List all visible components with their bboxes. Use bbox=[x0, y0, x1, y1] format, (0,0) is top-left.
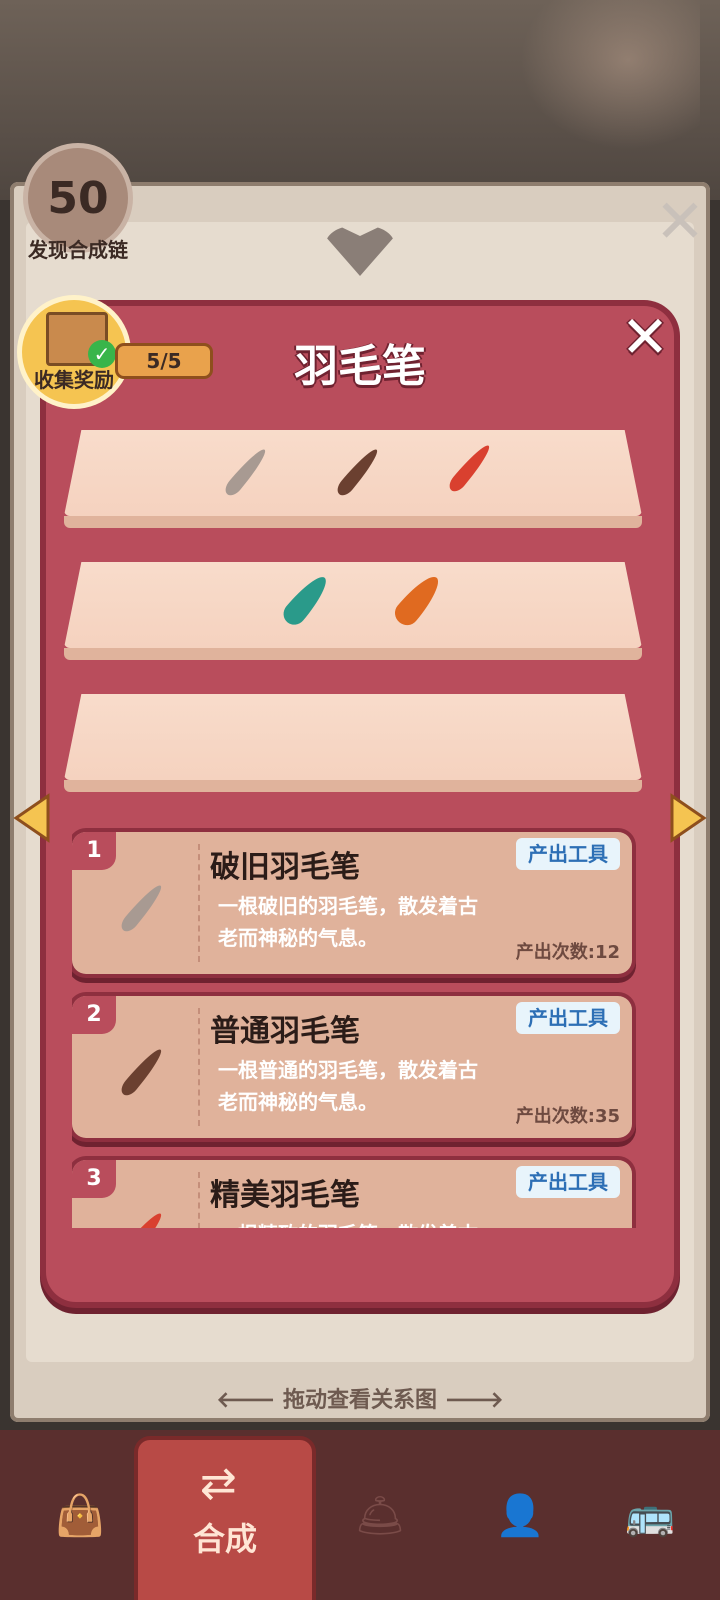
discovery-count-circle: 50 bbox=[28, 148, 128, 248]
prev-page-arrow[interactable] bbox=[12, 792, 52, 844]
card-desc-line: 一根精致的羽毛笔，散发着古 bbox=[218, 1218, 508, 1228]
card-tag-button[interactable]: 产出工具 bbox=[516, 1166, 620, 1198]
feather-shape bbox=[117, 1045, 167, 1099]
brown-quill-icon bbox=[102, 1032, 182, 1112]
item-card[interactable]: 3 精美羽毛笔 一根精致的羽毛笔，散发着古 产出工具 bbox=[72, 1160, 632, 1228]
red-quill-icon bbox=[102, 1196, 182, 1228]
card-desc-line: 一根破旧的羽毛笔，散发着古 bbox=[218, 894, 478, 918]
tab-bag[interactable]: 👜 bbox=[10, 1430, 150, 1600]
card-desc-line: 老而神秘的气息。 bbox=[218, 1090, 378, 1114]
card-tag-button[interactable]: 产出工具 bbox=[516, 1002, 620, 1034]
background-figure bbox=[520, 0, 700, 150]
feather-shape bbox=[390, 570, 446, 630]
card-divider bbox=[198, 1008, 200, 1126]
shelf-edge bbox=[64, 648, 642, 660]
card-tag-button[interactable]: 产出工具 bbox=[516, 838, 620, 870]
card-desc-line: 一根普通的羽毛笔，散发着古 bbox=[218, 1058, 478, 1082]
shelf-row-1 bbox=[64, 430, 642, 530]
worn-quill-icon[interactable] bbox=[214, 440, 278, 504]
card-name: 精美羽毛笔 bbox=[210, 1178, 360, 1213]
card-divider bbox=[198, 1172, 200, 1228]
feather-shape bbox=[445, 441, 495, 495]
bottom-tab-bar: 👜 🛎 👤 🚌 bbox=[0, 1430, 720, 1600]
drag-hint: 🡐 拖动查看关系图 🡒 bbox=[0, 1382, 720, 1414]
brown-quill-icon[interactable] bbox=[326, 440, 390, 504]
shelf-edge bbox=[64, 780, 642, 792]
tab-service[interactable]: 🛎 bbox=[310, 1430, 450, 1600]
tab-merge[interactable]: ⇄ 合成 bbox=[138, 1440, 312, 1600]
peacock-quill-icon[interactable] bbox=[274, 568, 338, 632]
phoenix-quill-icon[interactable] bbox=[386, 568, 450, 632]
item-card[interactable]: 1 破旧羽毛笔 一根破旧的羽毛笔，散发着古 老而神秘的气息。 产出工具 产出次数… bbox=[72, 832, 632, 974]
card-index: 1 bbox=[72, 832, 116, 870]
close-dialog-button[interactable]: ✕ bbox=[614, 306, 676, 368]
card-desc-line: 老而神秘的气息。 bbox=[218, 926, 378, 950]
feather-shape bbox=[221, 445, 271, 499]
shelf-row-2 bbox=[64, 562, 642, 662]
discovery-label: 发现合成链 bbox=[28, 238, 128, 262]
card-index: 2 bbox=[72, 996, 116, 1034]
tab-staff[interactable]: 👤 bbox=[450, 1430, 590, 1600]
person-icon: 👤 bbox=[495, 1492, 545, 1539]
card-output-count: 产出次数:35 bbox=[515, 1106, 620, 1127]
tab-merge-label: 合成 bbox=[192, 1520, 257, 1558]
card-divider bbox=[198, 844, 200, 962]
feather-shape bbox=[117, 1209, 167, 1228]
item-card-list[interactable]: 1 破旧羽毛笔 一根破旧的羽毛笔，散发着古 老而神秘的气息。 产出工具 产出次数… bbox=[72, 826, 638, 1228]
bus-icon: 🚌 bbox=[625, 1492, 675, 1539]
item-card[interactable]: 2 普通羽毛笔 一根普通的羽毛笔，散发着古 老而神秘的气息。 产出工具 产出次数… bbox=[72, 996, 632, 1138]
discovery-count: 50 bbox=[47, 172, 109, 224]
arrow-right-icon bbox=[670, 793, 707, 843]
drag-hint-text: 拖动查看关系图 bbox=[282, 1388, 437, 1413]
feather-shape bbox=[117, 881, 167, 935]
merge-icon: ⇄ bbox=[200, 1458, 237, 1509]
collection-reward-badge[interactable]: ✓ 收集奖励 bbox=[22, 300, 132, 410]
collection-progress: 5/5 bbox=[118, 346, 210, 376]
feather-shape bbox=[333, 445, 383, 499]
card-description: 一根破旧的羽毛笔，散发着古 老而神秘的气息。 bbox=[218, 890, 508, 954]
bag-icon: 👜 bbox=[55, 1492, 105, 1539]
arrow-right-icon: 🡒 bbox=[437, 1388, 504, 1413]
shelf-edge bbox=[64, 516, 642, 528]
tab-bus[interactable]: 🚌 bbox=[580, 1430, 720, 1600]
next-page-arrow[interactable] bbox=[668, 792, 708, 844]
feather-shape bbox=[278, 570, 334, 630]
card-description: 一根精致的羽毛笔，散发着古 bbox=[218, 1218, 508, 1228]
card-description: 一根普通的羽毛笔，散发着古 老而神秘的气息。 bbox=[218, 1054, 508, 1118]
card-output-count: 产出次数:12 bbox=[515, 942, 620, 963]
service-bell-icon: 🛎 bbox=[354, 1492, 406, 1539]
card-name: 普通羽毛笔 bbox=[210, 1014, 360, 1049]
close-book-button[interactable]: ✕ bbox=[650, 192, 710, 252]
arrow-left-icon bbox=[13, 793, 50, 843]
red-quill-icon[interactable] bbox=[438, 436, 502, 500]
worn-quill-icon bbox=[102, 868, 182, 948]
card-name: 破旧羽毛笔 bbox=[210, 850, 360, 885]
arrow-left-icon: 🡐 bbox=[216, 1388, 283, 1413]
shelf-row-3 bbox=[64, 694, 642, 794]
shelf-plank bbox=[64, 694, 642, 780]
discovery-chain-badge[interactable]: 50 发现合成链 bbox=[18, 148, 138, 268]
collection-dialog: 羽毛笔 ✕ 1 破旧羽毛笔 一根破旧的羽毛笔，散发着古 老而神秘的气息。 产出工… bbox=[46, 306, 674, 1302]
shelf-plank bbox=[64, 562, 642, 648]
reward-label: 收集奖励 bbox=[34, 368, 114, 392]
card-index: 3 bbox=[72, 1160, 116, 1198]
